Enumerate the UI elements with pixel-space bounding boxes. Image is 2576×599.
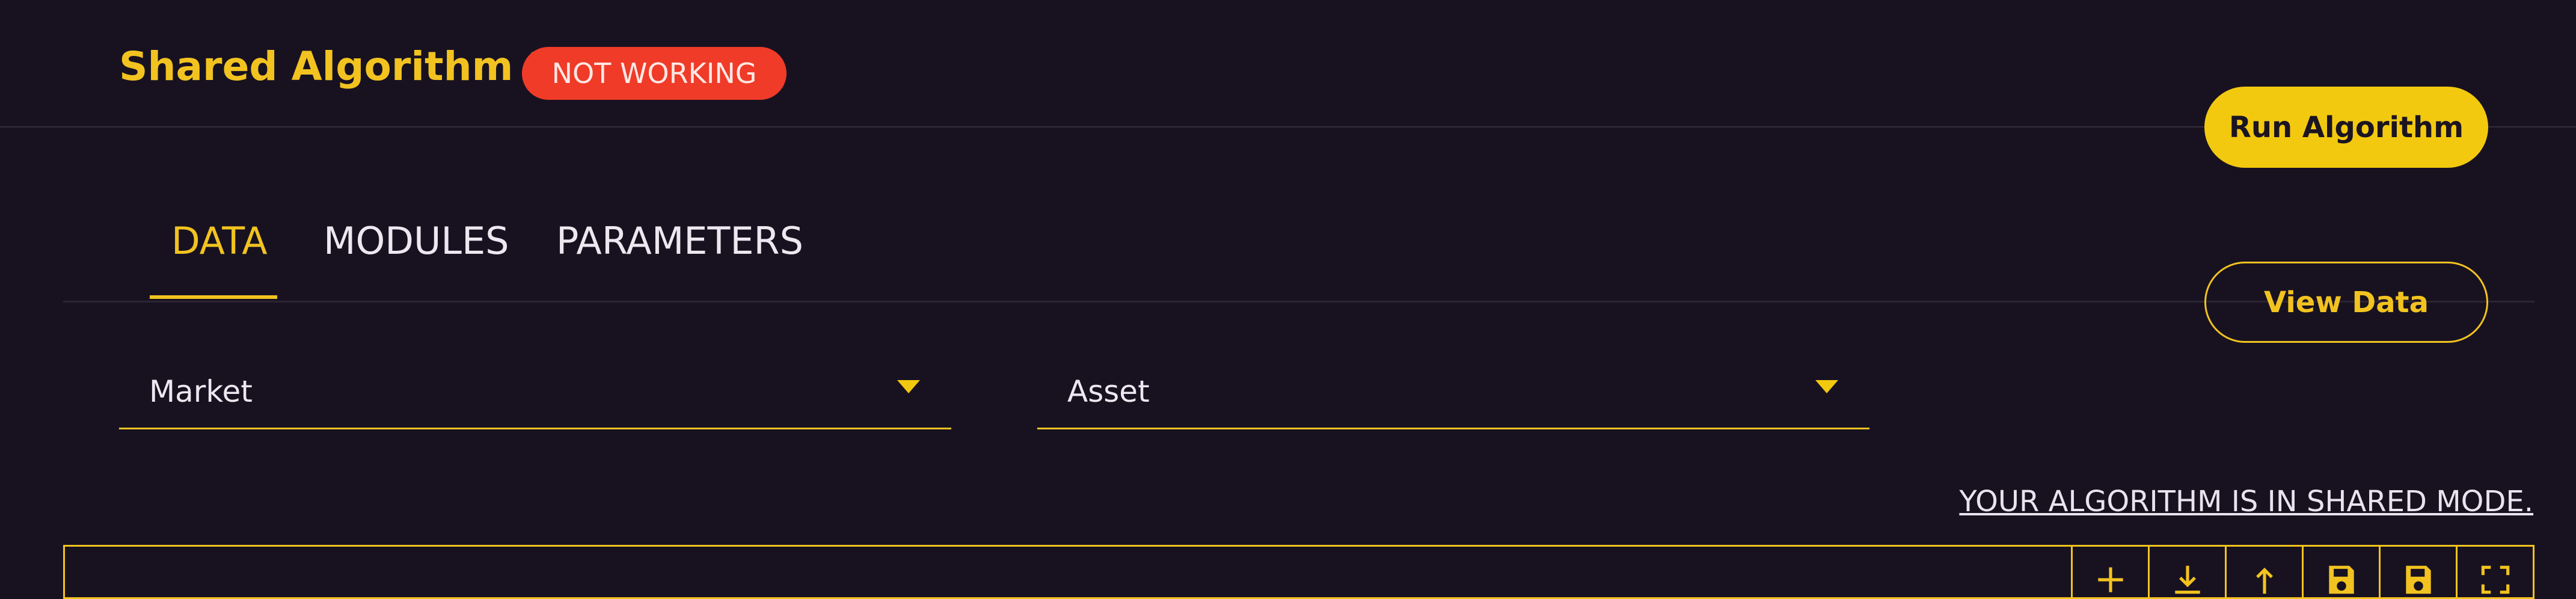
plus-icon: [2097, 567, 2123, 592]
save-button[interactable]: [2302, 547, 2379, 597]
asset-select[interactable]: Asset: [1037, 354, 1869, 429]
caret-down-icon: [1815, 380, 1838, 393]
fullscreen-button[interactable]: [2456, 547, 2533, 597]
tab-bar: DATA MODULES PARAMETERS: [63, 217, 2535, 303]
add-button[interactable]: [2071, 547, 2148, 597]
caret-down-icon: [897, 380, 920, 393]
market-select[interactable]: Market: [119, 354, 951, 429]
save-as-button[interactable]: [2379, 547, 2456, 597]
status-badge: NOT WORKING: [522, 47, 787, 100]
view-data-button[interactable]: View Data: [2204, 262, 2488, 343]
asset-select-value: Asset: [1067, 374, 1150, 409]
tab-modules[interactable]: MODULES: [324, 223, 509, 260]
header: Shared Algorithm 1 NOT WORKING: [0, 0, 2576, 127]
tab-data[interactable]: DATA: [171, 223, 268, 260]
run-algorithm-button[interactable]: Run Algorithm: [2204, 87, 2488, 168]
save-as-icon: [2405, 565, 2431, 594]
active-tab-indicator: [150, 295, 277, 299]
page-title: Shared Algorithm 1: [119, 43, 555, 90]
upload-icon: [2256, 567, 2273, 594]
download-button[interactable]: [2148, 547, 2225, 597]
upload-button[interactable]: [2225, 547, 2302, 597]
shared-mode-notice[interactable]: YOUR ALGORITHM IS IN SHARED MODE.: [1959, 485, 2533, 518]
editor-toolbar: [2071, 547, 2533, 597]
code-editor[interactable]: [63, 545, 2535, 599]
save-icon: [2328, 565, 2354, 594]
fullscreen-icon: [2481, 565, 2509, 594]
market-select-value: Market: [149, 374, 253, 409]
download-icon: [2174, 565, 2200, 594]
tab-parameters[interactable]: PARAMETERS: [556, 223, 803, 260]
